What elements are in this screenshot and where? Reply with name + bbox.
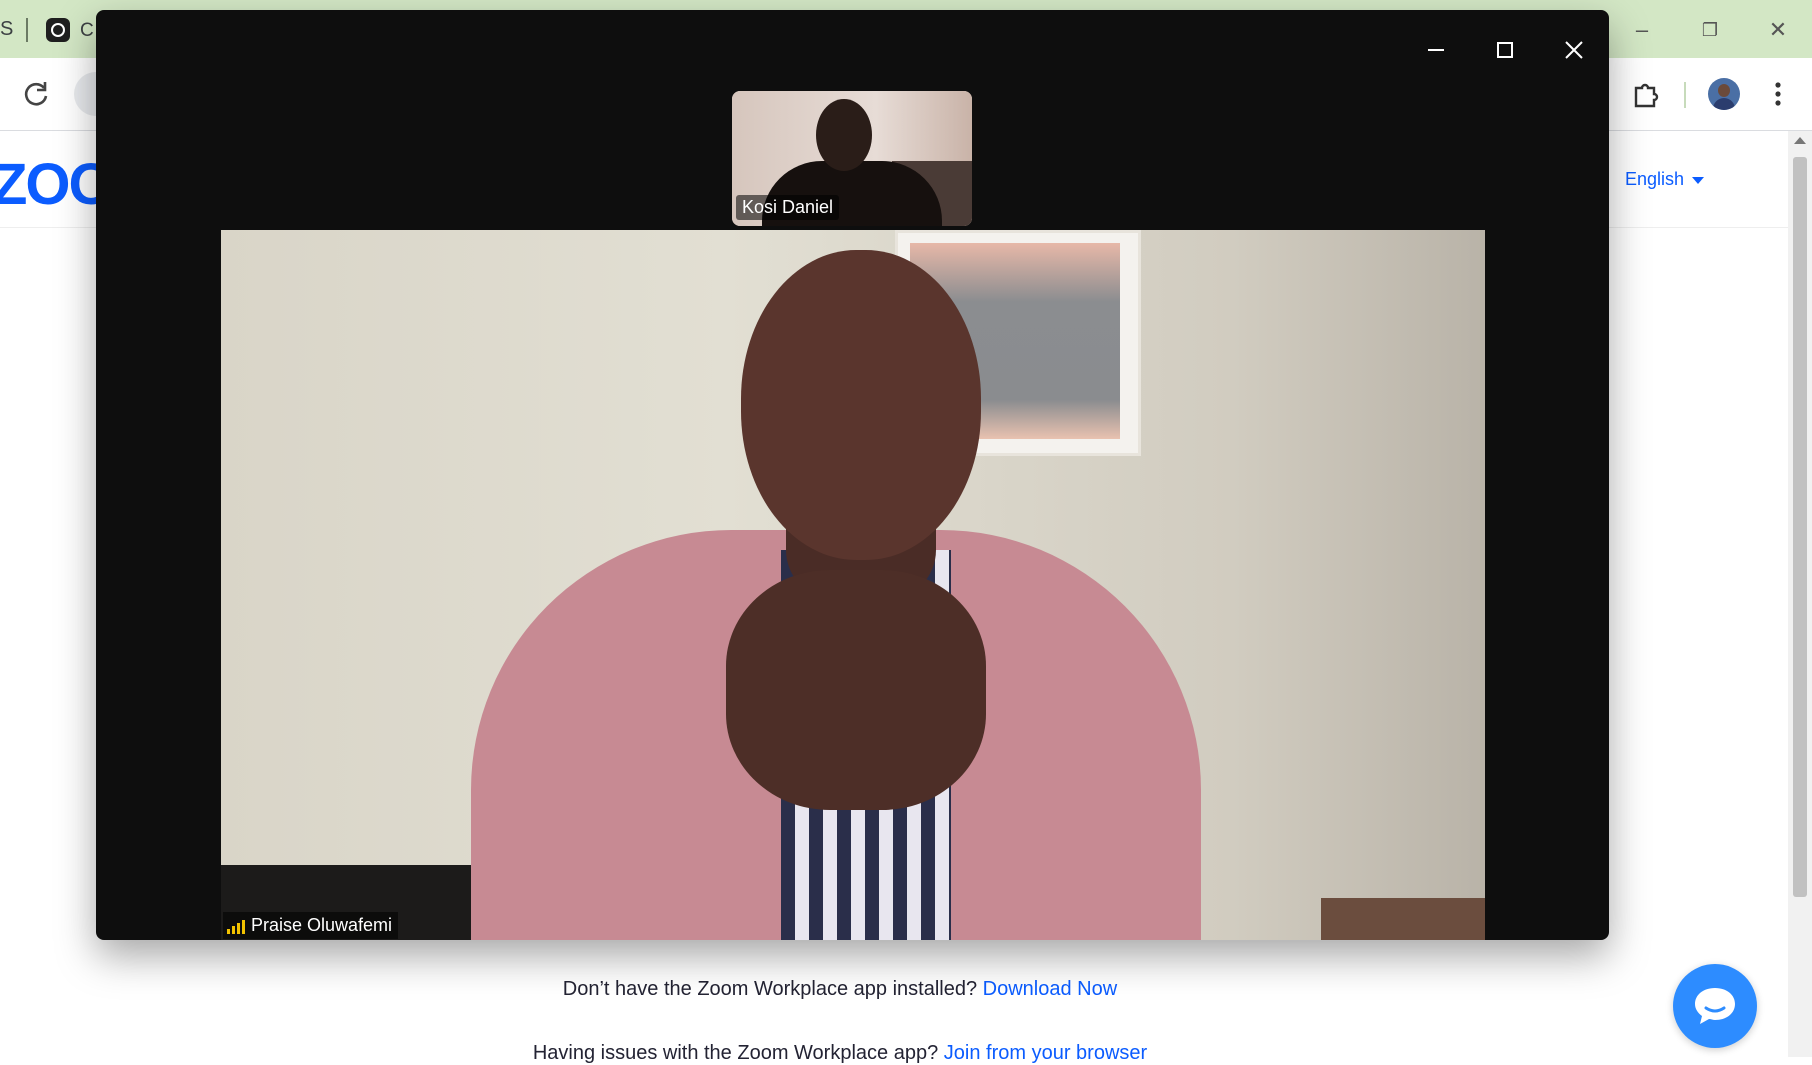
caret-down-icon <box>1692 176 1705 184</box>
participant-thumbnail[interactable]: Kosi Daniel <box>732 91 972 226</box>
meeting-close-icon[interactable] <box>1550 34 1598 66</box>
toolbar-divider <box>1684 82 1686 108</box>
issue-prompt-text: Having issues with the Zoom Workplace ap… <box>532 1042 939 1064</box>
thumbnail-participant-name: Kosi Daniel <box>736 195 840 220</box>
extensions-puzzle-icon[interactable] <box>1630 78 1662 110</box>
active-tab-title[interactable]: C <box>80 20 94 42</box>
language-selector[interactable]: English <box>1625 169 1705 190</box>
browser-join-prompt: Having issues with the Zoom Workplace ap… <box>0 1042 1680 1065</box>
browser-restore-button[interactable]: ❐ <box>1690 14 1730 46</box>
browser-close-button[interactable]: ✕ <box>1758 14 1798 46</box>
tab-title-fragment[interactable]: S <box>0 18 13 41</box>
background-book <box>1321 898 1485 940</box>
page-scrollbar[interactable] <box>1788 131 1812 1057</box>
signal-strength-icon <box>227 918 245 934</box>
chatgpt-favicon-icon[interactable] <box>46 18 70 42</box>
reload-icon[interactable] <box>18 76 54 112</box>
chat-bubble-icon <box>1695 988 1735 1024</box>
meeting-minimize-icon[interactable] <box>1412 34 1460 66</box>
zoom-meeting-window: Kosi Daniel Praise Oluwafemi <box>96 10 1609 940</box>
profile-avatar[interactable] <box>1708 78 1740 110</box>
speaker-hands <box>726 570 986 810</box>
download-now-link[interactable]: Download Now <box>983 978 1118 1000</box>
meeting-maximize-icon[interactable] <box>1481 34 1529 66</box>
speaker-head <box>741 250 981 560</box>
browser-minimize-button[interactable]: – <box>1622 14 1662 46</box>
main-participant-name: Praise Oluwafemi <box>251 915 393 935</box>
thumbnail-person-head <box>816 99 872 171</box>
scroll-up-arrow-icon[interactable] <box>1794 137 1806 144</box>
zoom-logo[interactable]: ZOO <box>0 151 114 218</box>
more-menu-icon[interactable] <box>1766 78 1790 110</box>
download-prompt-text: Don’t have the Zoom Workplace app instal… <box>562 978 978 1000</box>
scrollbar-thumb[interactable] <box>1793 157 1807 897</box>
language-label: English <box>1625 169 1685 189</box>
join-from-browser-link[interactable]: Join from your browser <box>944 1042 1147 1064</box>
active-speaker-video[interactable]: Praise Oluwafemi <box>221 230 1485 940</box>
support-chat-button[interactable] <box>1673 964 1757 1048</box>
download-prompt: Don’t have the Zoom Workplace app instal… <box>0 978 1680 1001</box>
main-participant-label: Praise Oluwafemi <box>223 912 399 939</box>
tab-separator <box>26 18 28 42</box>
